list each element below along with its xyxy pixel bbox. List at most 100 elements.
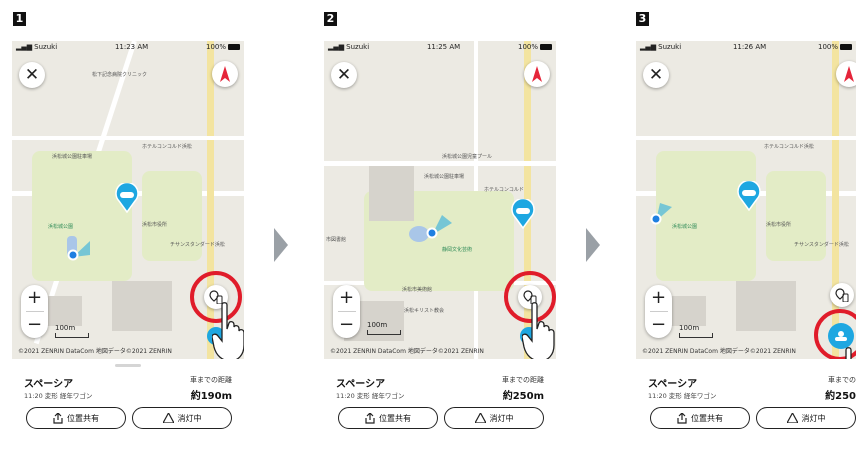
scale-bar: 100m (55, 324, 89, 338)
hand-pointer-icon (212, 302, 244, 361)
car-location-pin-icon[interactable] (736, 181, 762, 211)
distance-value: 約250 (825, 391, 856, 402)
scale-bar: 100m (679, 324, 713, 338)
map-label: 浜松キリスト教会 (404, 308, 445, 314)
bottom-sheet: スペーシア 11:20 変形 経年ワゴン 車までの距離 約250m 位置共有 消… (324, 359, 556, 437)
status-time: 11:26 AM (732, 43, 767, 51)
battery-indicator: 100% (518, 43, 552, 51)
map-label: 市図書館 (326, 237, 347, 243)
step-number-3: 3 (636, 12, 649, 26)
map-label: ホテルコンコルド浜松 (142, 144, 192, 150)
user-location-icon (426, 215, 452, 239)
map-copyright: ©2021 ZENRIN DataCom 地図データ©2021 ZENRIN (642, 348, 796, 355)
bottom-sheet: スペーシア 11:20 変形 経年ワゴン 車までの 約250 位置共有 消灯中 (636, 359, 856, 437)
status-time: 11:23 AM (114, 43, 149, 51)
battery-indicator: 100% (818, 43, 852, 51)
compass-icon (844, 66, 854, 82)
distance-label: 車までの距離 (502, 376, 544, 384)
car-location-pin-icon[interactable] (114, 183, 140, 213)
locate-car-button[interactable] (830, 283, 854, 307)
bottom-sheet: スペーシア 11:20 変形 経年ワゴン 車までの距離 約190m 位置共有 消… (12, 359, 244, 437)
map-label: 浜松市役所 (766, 222, 792, 228)
next-step-arrow (586, 228, 600, 262)
phone-screen-1: 松下記念病院クリニック 浜松城公園駐車場 ホテルコンコルド浜松 浜松市役所 浜松… (12, 41, 244, 437)
parked-info: 11:20 変形 経年ワゴン (648, 392, 717, 400)
compass-button[interactable] (524, 61, 550, 87)
light-status-button[interactable]: 消灯中 (132, 407, 232, 429)
close-button[interactable]: ✕ (331, 62, 357, 88)
compass-button[interactable] (212, 61, 238, 87)
distance-label: 車までの (828, 376, 856, 384)
zoom-out-button[interactable]: − (27, 312, 42, 338)
step-number-2: 2 (324, 12, 337, 26)
zoom-in-button[interactable]: + (651, 285, 666, 311)
step-number-1: 1 (13, 12, 26, 26)
map-label: 浜松城公園駐車場 (424, 174, 465, 180)
car-name: スペーシア (336, 379, 386, 390)
distance-value: 約250m (502, 391, 544, 402)
battery-icon (228, 44, 240, 50)
distance-label: 車までの距離 (190, 376, 232, 384)
map-label: 浜松市役所 (142, 222, 168, 228)
map-label: 浜松城公園児童プール (442, 154, 493, 160)
share-icon (677, 412, 687, 424)
map-label: 松下記念病院クリニック (92, 72, 148, 78)
map-label: 静岡文化芸術 (442, 247, 473, 253)
map-label: 浜松城公園駐車場 (52, 154, 93, 160)
phone-screen-2: 浜松城公園駐車場 浜松城公園児童プール ホテルコンコルド 市図書館 浜松市美術館… (324, 41, 556, 437)
compass-icon (220, 66, 230, 82)
next-step-arrow (274, 228, 288, 262)
status-bar: ▂▄▆ Suzuki 11:26 AM 100% (636, 41, 856, 53)
map-copyright: ©2021 ZENRIN DataCom 地図データ©2021 ZENRIN (330, 348, 484, 355)
user-location-icon (67, 241, 90, 261)
map-label: チサンスタンダード浜松 (794, 242, 849, 248)
map-label: ホテルコンコルド浜松 (764, 144, 814, 150)
close-button[interactable]: ✕ (19, 62, 45, 88)
user-location-icon (650, 203, 672, 225)
phone-screen-3: 浜松城公園 浜松市役所 ホテルコンコルド浜松 チサンスタンダード浜松 ▂▄▆ Su… (636, 41, 856, 437)
light-status-button[interactable]: 消灯中 (756, 407, 856, 429)
share-location-button[interactable]: 位置共有 (650, 407, 750, 429)
hazard-icon (162, 413, 174, 423)
hazard-icon (474, 413, 486, 423)
share-location-button[interactable]: 位置共有 (26, 407, 126, 429)
zoom-in-button[interactable]: + (339, 285, 354, 311)
zoom-out-button[interactable]: − (651, 312, 666, 338)
share-icon (365, 412, 375, 424)
distance-value: 約190m (190, 391, 232, 402)
parked-info: 11:20 変形 経年ワゴン (336, 392, 405, 400)
share-location-button[interactable]: 位置共有 (338, 407, 438, 429)
zoom-control: + − (333, 285, 360, 338)
map-copyright: ©2021 ZENRIN DataCom 地図データ©2021 ZENRIN (18, 348, 172, 355)
carrier-label: ▂▄▆ Suzuki (640, 43, 682, 51)
battery-indicator: 100% (206, 43, 240, 51)
location-phone-icon (835, 288, 849, 302)
carrier-label: ▂▄▆ Suzuki (16, 43, 58, 51)
hand-pointer-icon (522, 302, 555, 361)
zoom-control: + − (645, 285, 672, 338)
zoom-in-button[interactable]: + (27, 285, 42, 311)
sheet-grabber[interactable] (115, 364, 141, 367)
parked-info: 11:20 変形 経年ワゴン (24, 392, 93, 400)
car-name: スペーシア (648, 379, 698, 390)
car-location-pin-icon[interactable] (510, 199, 536, 229)
light-status-button[interactable]: 消灯中 (444, 407, 544, 429)
hazard-icon (786, 413, 798, 423)
share-icon (53, 412, 63, 424)
status-bar: ▂▄▆ Suzuki 11:23 AM 100% (12, 41, 244, 53)
zoom-out-button[interactable]: − (339, 312, 354, 338)
scale-bar: 100m (367, 321, 401, 335)
status-time: 11:25 AM (426, 43, 461, 51)
car-name: スペーシア (24, 379, 74, 390)
compass-button[interactable] (836, 61, 856, 87)
zoom-control: + − (21, 285, 48, 338)
map-label: 浜松市美術館 (402, 287, 433, 293)
carrier-label: ▂▄▆ Suzuki (328, 43, 370, 51)
battery-icon (840, 44, 852, 50)
close-button[interactable]: ✕ (643, 62, 669, 88)
status-bar: ▂▄▆ Suzuki 11:25 AM 100% (324, 41, 556, 53)
compass-icon (532, 66, 542, 82)
map-label: 浜松城公園 (48, 224, 74, 230)
battery-icon (540, 44, 552, 50)
map-label: ホテルコンコルド (484, 187, 524, 193)
